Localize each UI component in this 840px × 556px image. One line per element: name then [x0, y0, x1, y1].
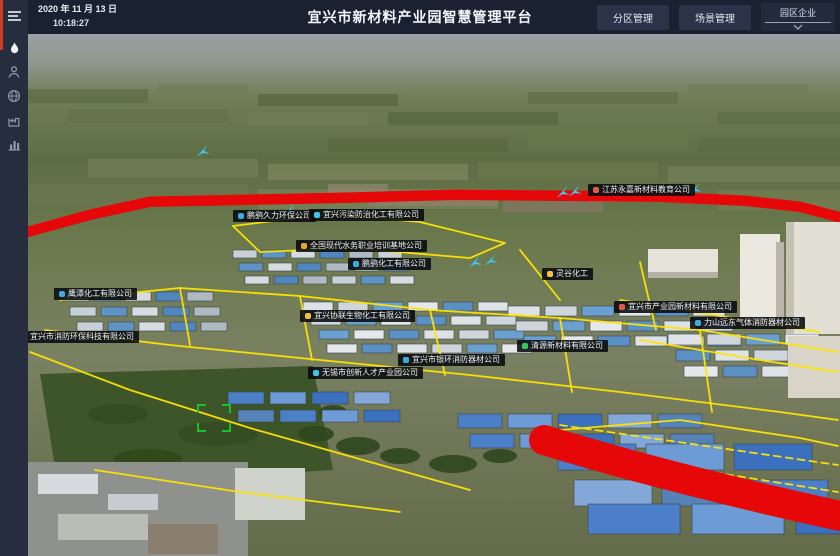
company-label-text: 宜兴污染防治化工有限公司	[323, 211, 419, 219]
menu-button[interactable]	[0, 4, 28, 28]
park-enterprise-dropdown[interactable]: 园区企业	[761, 3, 835, 31]
statistics-button[interactable]	[0, 132, 28, 156]
company-label-text: 鹰潭化工有限公司	[68, 290, 132, 298]
fire-monitor-button[interactable]	[0, 36, 28, 60]
environment-button[interactable]	[0, 84, 28, 108]
company-label[interactable]: 宜兴市银环消防器材公司	[398, 354, 505, 366]
aircraft-icon	[483, 253, 499, 266]
enterprise-button[interactable]	[0, 108, 28, 132]
company-label-text: 江苏永嘉新材料教育公司	[602, 186, 690, 194]
bar-chart-icon	[7, 138, 21, 151]
company-label[interactable]: 鹏鹞久力环保公司	[233, 210, 316, 222]
company-label[interactable]: 江苏永嘉新材料教育公司	[588, 184, 695, 196]
company-label-text: 宜兴协联生物化工有限公司	[314, 312, 410, 320]
datetime-display: 2020 年 11 月 13 日 10:18:27	[38, 5, 117, 28]
globe-icon	[7, 89, 21, 103]
company-marker-icon	[313, 370, 319, 376]
company-label-text: 无锡市创新人才产业园公司	[322, 369, 418, 377]
aircraft-icon	[567, 184, 583, 197]
company-label-text: 宜兴市消防环保科技有限公司	[30, 333, 134, 341]
company-marker-icon	[314, 212, 320, 218]
zone-management-button[interactable]: 分区管理	[597, 5, 669, 30]
personnel-button[interactable]	[0, 60, 28, 84]
topbar-actions: 分区管理 场景管理 园区企业	[597, 0, 835, 34]
company-label-text: 灵谷化工	[556, 270, 588, 278]
time-display: 10:18:27	[38, 19, 117, 28]
company-label-text: 宜兴市银环消防器材公司	[412, 356, 500, 364]
factory-icon	[7, 114, 21, 127]
date-display: 2020 年 11 月 13 日	[38, 5, 117, 14]
company-label[interactable]: 宜兴协联生物化工有限公司	[300, 310, 415, 322]
company-label[interactable]: 鹰潭化工有限公司	[54, 288, 137, 300]
company-label[interactable]: 力山远东气体消防器材公司	[690, 317, 805, 329]
company-label-text: 全国现代水务职业培训基地公司	[310, 242, 422, 250]
company-marker-icon	[522, 343, 528, 349]
company-marker-icon	[301, 243, 307, 249]
top-bar: 2020 年 11 月 13 日 10:18:27 宜兴市新材料产业园智慧管理平…	[0, 0, 840, 34]
company-label-text: 宜兴市产业园新材料有限公司	[628, 303, 732, 311]
company-marker-icon	[547, 271, 553, 277]
company-label-text: 清源新材料有限公司	[531, 342, 603, 350]
tool-sidebar	[0, 0, 28, 556]
company-marker-icon	[238, 213, 244, 219]
user-icon	[7, 65, 21, 79]
company-label[interactable]: 宜兴市消防环保科技有限公司	[28, 331, 139, 343]
company-marker-icon	[59, 291, 65, 297]
company-label-text: 鹏鹞久力环保公司	[247, 212, 311, 220]
company-marker-icon	[619, 304, 625, 310]
map-viewport[interactable]: 鹏鹞久力环保公司 宜兴污染防治化工有限公司全国现代水务职业培训基地公司鹏鹞化工有限…	[28, 34, 840, 556]
map-3d-scene	[28, 34, 840, 556]
company-label[interactable]: 宜兴市产业园新材料有限公司	[614, 301, 737, 313]
company-label[interactable]: 全国现代水务职业培训基地公司	[296, 240, 427, 252]
company-marker-icon	[305, 313, 311, 319]
company-label[interactable]: 清源新材料有限公司	[517, 340, 608, 352]
company-marker-icon	[353, 261, 359, 267]
company-marker-icon	[403, 357, 409, 363]
company-label[interactable]: 无锡市创新人才产业园公司	[308, 367, 423, 379]
park-enterprise-label: 园区企业	[780, 6, 816, 19]
page-title: 宜兴市新材料产业园智慧管理平台	[200, 0, 640, 34]
flame-icon	[8, 41, 21, 56]
company-label[interactable]: 鹏鹞化工有限公司	[348, 258, 431, 270]
company-label-text: 力山远东气体消防器材公司	[704, 319, 800, 327]
company-label[interactable]: 灵谷化工	[542, 268, 593, 280]
dropdown-divider	[765, 22, 830, 23]
aircraft-icon	[195, 144, 211, 157]
aircraft-icon	[467, 255, 483, 268]
company-label-text: 鹏鹞化工有限公司	[362, 260, 426, 268]
company-marker-icon	[593, 187, 599, 193]
company-label[interactable]: 宜兴污染防治化工有限公司	[309, 209, 424, 221]
scene-management-button[interactable]: 场景管理	[679, 5, 751, 30]
company-marker-icon	[695, 320, 701, 326]
hamburger-icon	[7, 10, 22, 22]
accent-strip	[0, 0, 3, 50]
chevron-down-icon	[792, 24, 804, 30]
